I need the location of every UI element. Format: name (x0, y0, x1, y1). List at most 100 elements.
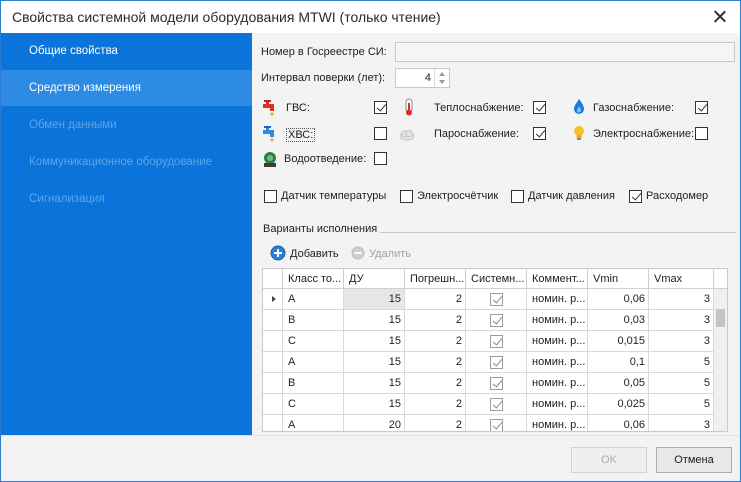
temperature-sensor-checkbox[interactable] (264, 190, 277, 203)
du-cell[interactable]: 15 (344, 331, 405, 352)
comment-cell[interactable]: номин. р... (527, 415, 588, 431)
class-cell[interactable]: B (283, 310, 344, 331)
vmin-cell[interactable]: 0,06 (588, 289, 649, 310)
system-checkbox[interactable] (490, 398, 503, 411)
system-checkbox[interactable] (490, 356, 503, 369)
chevron-down-icon[interactable] (439, 80, 445, 84)
registry-label: Номер в Госреестре СИ: (261, 46, 387, 58)
sidebar-item-general[interactable]: Общие свойства (1, 33, 252, 69)
vmin-cell[interactable]: 0,1 (588, 352, 649, 373)
column-header-du[interactable]: ДУ (344, 269, 405, 289)
du-cell[interactable]: 15 (344, 373, 405, 394)
comment-cell[interactable]: номин. р... (527, 289, 588, 310)
row-indicator[interactable] (263, 352, 283, 373)
column-header-comment[interactable]: Коммент... (527, 269, 588, 289)
du-cell[interactable]: 15 (344, 352, 405, 373)
error-cell[interactable]: 2 (405, 394, 466, 415)
pressure-sensor-checkbox[interactable] (511, 190, 524, 203)
system-cell[interactable] (466, 289, 527, 310)
close-icon[interactable] (710, 7, 730, 27)
column-header-class[interactable]: Класс то... (283, 269, 344, 289)
class-cell[interactable]: A (283, 289, 344, 310)
class-cell[interactable]: B (283, 373, 344, 394)
class-cell[interactable]: C (283, 394, 344, 415)
system-checkbox[interactable] (490, 293, 503, 306)
registry-input[interactable] (395, 42, 735, 62)
system-cell[interactable] (466, 415, 527, 431)
vmin-cell[interactable]: 0,06 (588, 415, 649, 431)
vmax-cell[interactable]: 5 (649, 373, 714, 394)
interval-stepper[interactable]: 4 (395, 68, 450, 88)
class-cell[interactable]: C (283, 331, 344, 352)
error-cell[interactable]: 2 (405, 310, 466, 331)
comment-cell[interactable]: номин. р... (527, 394, 588, 415)
vmin-cell[interactable]: 0,015 (588, 331, 649, 352)
delete-icon (351, 246, 365, 260)
hot-water-checkbox[interactable] (374, 101, 387, 114)
error-cell[interactable]: 2 (405, 331, 466, 352)
add-icon[interactable] (270, 245, 286, 261)
vmax-cell[interactable]: 3 (649, 289, 714, 310)
row-indicator[interactable] (263, 331, 283, 352)
stepper-buttons[interactable] (434, 69, 449, 87)
vmin-cell[interactable]: 0,03 (588, 310, 649, 331)
sidebar-item-measuring-instrument[interactable]: Средство измерения (1, 70, 252, 106)
system-cell[interactable] (466, 394, 527, 415)
row-indicator[interactable] (263, 310, 283, 331)
vmin-cell[interactable]: 0,025 (588, 394, 649, 415)
row-indicator[interactable] (263, 289, 283, 310)
cell-text: 2 (455, 419, 462, 431)
column-header-vmax[interactable]: Vmax (649, 269, 714, 289)
scrollbar-thumb[interactable] (716, 309, 725, 327)
comment-cell[interactable]: номин. р... (527, 310, 588, 331)
column-header-vmin[interactable]: Vmin (588, 269, 649, 289)
chevron-up-icon[interactable] (439, 72, 445, 76)
vmax-cell[interactable]: 3 (649, 415, 714, 431)
du-cell[interactable]: 15 (344, 394, 405, 415)
system-checkbox[interactable] (490, 419, 503, 431)
comment-cell[interactable]: номин. р... (527, 331, 588, 352)
du-cell[interactable]: 15 (344, 289, 405, 310)
error-cell[interactable]: 2 (405, 415, 466, 431)
vmin-cell[interactable]: 0,05 (588, 373, 649, 394)
system-checkbox[interactable] (490, 377, 503, 390)
class-cell[interactable]: A (283, 415, 344, 431)
row-indicator[interactable] (263, 415, 283, 431)
electricity-meter-checkbox[interactable] (400, 190, 413, 203)
drainage-checkbox[interactable] (374, 152, 387, 165)
system-cell[interactable] (466, 310, 527, 331)
du-cell[interactable]: 15 (344, 310, 405, 331)
du-cell[interactable]: 20 (344, 415, 405, 431)
system-cell[interactable] (466, 373, 527, 394)
cell-text: A (288, 293, 296, 305)
vmax-cell[interactable]: 5 (649, 394, 714, 415)
comment-cell[interactable]: номин. р... (527, 352, 588, 373)
system-cell[interactable] (466, 331, 527, 352)
vertical-scrollbar[interactable] (714, 289, 727, 431)
system-checkbox[interactable] (490, 335, 503, 348)
class-cell[interactable]: A (283, 352, 344, 373)
interval-label: Интервал поверки (лет): (261, 72, 386, 84)
cold-water-checkbox[interactable] (374, 127, 387, 140)
system-cell[interactable] (466, 352, 527, 373)
error-cell[interactable]: 2 (405, 289, 466, 310)
flow-meter-checkbox[interactable] (629, 190, 642, 203)
row-indicator[interactable] (263, 394, 283, 415)
gas-checkbox[interactable] (695, 101, 708, 114)
heating-checkbox[interactable] (533, 101, 546, 114)
system-checkbox[interactable] (490, 314, 503, 327)
row-indicator[interactable] (263, 373, 283, 394)
electricity-checkbox[interactable] (695, 127, 708, 140)
steam-checkbox[interactable] (533, 127, 546, 140)
error-cell[interactable]: 2 (405, 352, 466, 373)
column-header-error[interactable]: Погрешн... (405, 269, 466, 289)
add-button[interactable]: Добавить (290, 248, 339, 260)
vmax-cell[interactable]: 3 (649, 331, 714, 352)
error-cell[interactable]: 2 (405, 373, 466, 394)
sidebar-item-data-exchange: Обмен данными (29, 119, 117, 131)
comment-cell[interactable]: номин. р... (527, 373, 588, 394)
cancel-button[interactable]: Отмена (656, 447, 732, 473)
vmax-cell[interactable]: 3 (649, 310, 714, 331)
vmax-cell[interactable]: 5 (649, 352, 714, 373)
column-header-system[interactable]: Системн... (466, 269, 527, 289)
